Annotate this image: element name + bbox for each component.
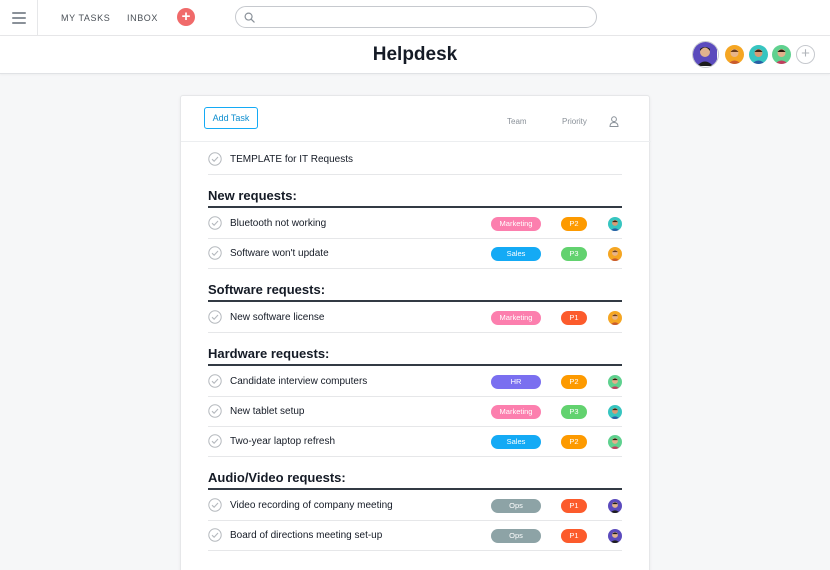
top-bar: MY TASKS INBOX + (0, 0, 830, 36)
checkmark-circle-icon[interactable] (208, 434, 222, 448)
task-name[interactable]: Video recording of company meeting (230, 500, 393, 511)
avatar-orange-icon[interactable] (608, 311, 622, 325)
checkmark-circle-icon[interactable] (208, 498, 222, 512)
member-avatar-green-icon[interactable] (772, 45, 791, 64)
task-name[interactable]: Software won't update (230, 248, 329, 259)
search-bar[interactable] (235, 6, 597, 28)
avatar-teal-icon[interactable] (608, 405, 622, 419)
priority-tag[interactable]: P1 (561, 529, 587, 543)
avatar-teal-icon[interactable] (608, 217, 622, 231)
task-name[interactable]: Candidate interview computers (230, 376, 367, 387)
hamburger-menu-icon[interactable] (0, 0, 38, 36)
team-tag[interactable]: HR (491, 375, 541, 389)
section-header: New requests: (208, 183, 622, 208)
assignee-column-person-icon[interactable] (609, 116, 619, 127)
priority-tag[interactable]: P3 (561, 247, 587, 261)
avatar-green-icon[interactable] (608, 375, 622, 389)
column-header-priority[interactable]: Priority (562, 117, 587, 126)
task-row[interactable]: Video recording of company meeting Ops P… (208, 491, 622, 521)
team-tag[interactable]: Ops (491, 499, 541, 513)
section-title[interactable]: Software requests: (208, 282, 325, 297)
task-row[interactable]: Two-year laptop refresh Sales P2 (208, 427, 622, 457)
task-list-card: Add Task Team Priority TEMPLATE for IT R… (180, 95, 651, 570)
priority-tag[interactable]: P2 (561, 375, 587, 389)
team-tag[interactable]: Marketing (491, 311, 541, 325)
task-row[interactable]: New software license Marketing P1 (208, 303, 622, 333)
search-input[interactable] (260, 9, 590, 25)
add-task-button[interactable]: Add Task (204, 107, 258, 129)
checkmark-circle-icon[interactable] (208, 310, 222, 324)
section-title[interactable]: Hardware requests: (208, 346, 329, 361)
checkmark-circle-icon[interactable] (208, 404, 222, 418)
priority-tag[interactable]: P2 (561, 435, 587, 449)
nav-inbox[interactable]: INBOX (127, 13, 158, 23)
checkmark-circle-icon[interactable] (208, 152, 222, 166)
avatar-orange-icon[interactable] (608, 247, 622, 261)
task-name[interactable]: Two-year laptop refresh (230, 436, 335, 447)
section-header: Hardware requests: (208, 341, 622, 366)
task-row[interactable]: Bluetooth not working Marketing P2 (208, 209, 622, 239)
checkmark-circle-icon[interactable] (208, 216, 222, 230)
column-header-team[interactable]: Team (507, 117, 527, 126)
team-tag[interactable]: Marketing (491, 405, 541, 419)
checkmark-circle-icon[interactable] (208, 374, 222, 388)
section-title[interactable]: Audio/Video requests: (208, 470, 346, 485)
quick-add-plus-icon[interactable]: + (177, 8, 195, 26)
task-row[interactable]: Board of directions meeting set-up Ops P… (208, 521, 622, 551)
current-user-avatar-icon[interactable] (692, 41, 719, 68)
header-divider (181, 141, 651, 142)
add-member-plus-icon[interactable]: + (796, 45, 815, 64)
project-header: Helpdesk + (0, 36, 830, 74)
search-icon (244, 12, 255, 23)
section-header: Software requests: (208, 277, 622, 302)
task-name[interactable]: TEMPLATE for IT Requests (230, 154, 353, 165)
member-avatar-orange-icon[interactable] (725, 45, 744, 64)
section-header: Audio/Video requests: (208, 465, 622, 490)
task-name[interactable]: Bluetooth not working (230, 218, 326, 229)
checkmark-circle-icon[interactable] (208, 528, 222, 542)
priority-tag[interactable]: P3 (561, 405, 587, 419)
task-name[interactable]: New software license (230, 312, 324, 323)
task-row[interactable]: TEMPLATE for IT Requests (208, 145, 622, 175)
task-row[interactable]: Candidate interview computers HR P2 (208, 367, 622, 397)
priority-tag[interactable]: P1 (561, 499, 587, 513)
team-tag[interactable]: Marketing (491, 217, 541, 231)
avatar-purple-icon[interactable] (608, 499, 622, 513)
team-tag[interactable]: Sales (491, 435, 541, 449)
checkmark-circle-icon[interactable] (208, 246, 222, 260)
priority-tag[interactable]: P2 (561, 217, 587, 231)
team-tag[interactable]: Ops (491, 529, 541, 543)
avatar-purple-icon[interactable] (608, 529, 622, 543)
nav-my-tasks[interactable]: MY TASKS (61, 13, 110, 23)
member-avatar-teal-icon[interactable] (749, 45, 768, 64)
team-tag[interactable]: Sales (491, 247, 541, 261)
task-name[interactable]: New tablet setup (230, 406, 305, 417)
section-title[interactable]: New requests: (208, 188, 297, 203)
priority-tag[interactable]: P1 (561, 311, 587, 325)
task-name[interactable]: Board of directions meeting set-up (230, 530, 382, 541)
task-row[interactable]: Software won't update Sales P3 (208, 239, 622, 269)
task-row[interactable]: New tablet setup Marketing P3 (208, 397, 622, 427)
avatar-green-icon[interactable] (608, 435, 622, 449)
